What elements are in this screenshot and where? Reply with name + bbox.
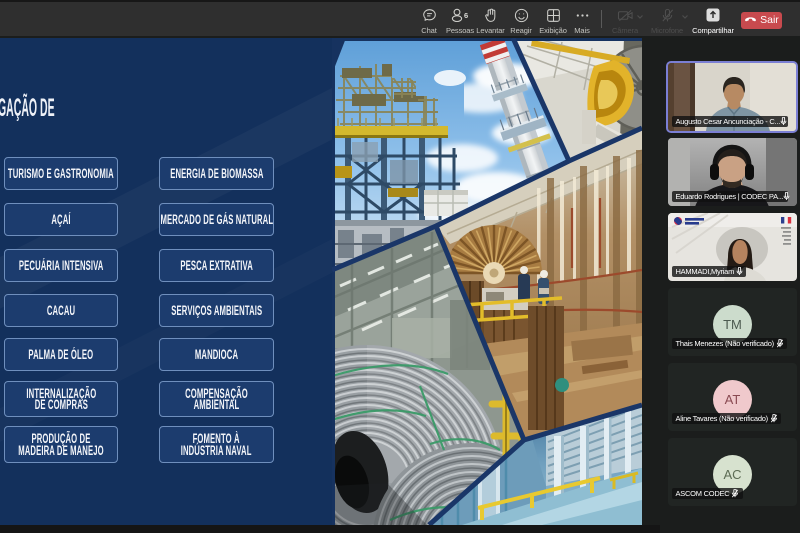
- svg-text:6: 6: [464, 11, 468, 20]
